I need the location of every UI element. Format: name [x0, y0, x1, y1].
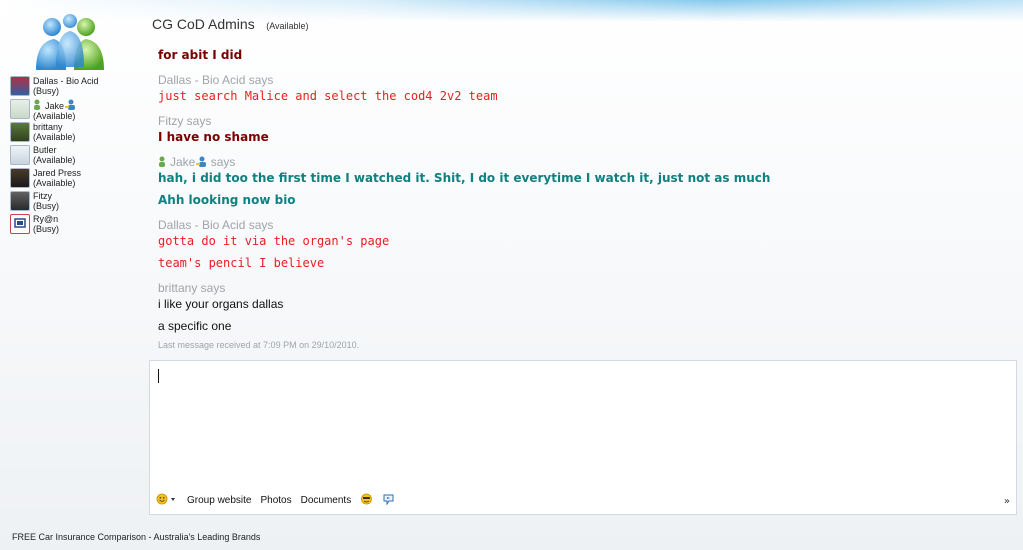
avatar	[10, 145, 30, 165]
wink-icon[interactable]	[360, 493, 373, 508]
group-title: CG CoD Admins	[152, 16, 255, 32]
sender-name: Jake	[170, 155, 196, 169]
more-options-button[interactable]: »	[1004, 496, 1010, 507]
group-website-link[interactable]: Group website	[187, 495, 251, 506]
person-emoticon-icon	[158, 155, 170, 167]
contact-item[interactable]: Butler (Available)	[10, 145, 150, 167]
avatar	[10, 168, 30, 188]
contact-status: (Busy)	[33, 224, 60, 234]
group-buddies-icon	[30, 12, 110, 72]
text-caret	[158, 369, 159, 383]
contact-status: (Available)	[33, 132, 76, 142]
message-text: Ahh looking now bio	[158, 193, 296, 207]
emoticon-button[interactable]	[156, 493, 178, 508]
contact-list: Dallas - Bio Acid (Busy) Jake (Available)…	[10, 76, 150, 237]
contact-item[interactable]: Jake (Available)	[10, 99, 150, 121]
sender-label: brittany says	[158, 281, 226, 295]
contact-status: (Busy)	[33, 86, 60, 96]
message-input[interactable]	[150, 361, 1016, 486]
sender-suffix: says	[210, 155, 236, 169]
contact-name: Jared Press	[33, 168, 82, 178]
contact-status: (Busy)	[33, 201, 60, 211]
message-block: Dallas - Bio Acid says gotta do it via t…	[158, 217, 1008, 271]
sender-label: Dallas - Bio Acid says	[158, 218, 274, 232]
contact-item[interactable]: brittany (Available)	[10, 122, 150, 144]
contact-name: Jake	[45, 101, 65, 111]
avatar	[10, 214, 30, 234]
message-text: i like your organs dallas	[158, 297, 284, 311]
contact-item[interactable]: Dallas - Bio Acid (Busy)	[10, 76, 150, 98]
avatar	[10, 122, 30, 142]
documents-link[interactable]: Documents	[301, 495, 352, 506]
message-text: hah, i did too the first time I watched …	[158, 171, 771, 185]
sender-label: Fitzy says	[158, 114, 212, 128]
contact-status: (Available)	[33, 111, 76, 121]
contact-item[interactable]: Fitzy (Busy)	[10, 191, 150, 213]
contact-name: Fitzy	[33, 191, 52, 201]
smiley-icon	[156, 493, 175, 505]
contact-name: Dallas - Bio Acid	[33, 76, 99, 86]
message-text: a specific one	[158, 319, 232, 333]
person-emoticon-icon	[195, 155, 207, 167]
person-emoticon-icon	[33, 99, 45, 110]
message-compose-box: Group website Photos Documents »	[149, 360, 1017, 515]
message-text: for abit I did	[158, 48, 243, 62]
photos-link[interactable]: Photos	[260, 495, 291, 506]
message-text: just search Malice and select the cod4 2…	[158, 89, 498, 103]
person-emoticon-icon	[64, 99, 76, 110]
contact-status: (Available)	[33, 178, 76, 188]
sender-label: Dallas - Bio Acid says	[158, 73, 274, 87]
message-text: team's pencil I believe	[158, 256, 325, 270]
contact-item[interactable]: Jared Press (Available)	[10, 168, 150, 190]
contact-name: Butler	[33, 145, 57, 155]
nudge-icon[interactable]	[382, 493, 395, 508]
message-block: Fitzy says I have no shame	[158, 113, 1008, 145]
conversation-header: CG CoD Admins (Available)	[152, 16, 309, 32]
message-block: Jake says hah, i did too the first time …	[158, 154, 1008, 208]
avatar	[10, 76, 30, 96]
compose-toolbar: Group website Photos Documents	[156, 493, 404, 508]
group-status: (Available)	[266, 21, 309, 31]
conversation-history: for abit I did Dallas - Bio Acid says ju…	[158, 47, 1008, 350]
contact-name: Ry@n	[33, 214, 59, 224]
sender-label: Jake says	[158, 154, 1008, 170]
avatar	[10, 191, 30, 211]
message-text: gotta do it via the organ's page	[158, 234, 390, 248]
contact-name: brittany	[33, 122, 63, 132]
contact-item[interactable]: Ry@n (Busy)	[10, 214, 150, 236]
message-block: brittany says i like your organs dallas …	[158, 280, 1008, 334]
message-block: Dallas - Bio Acid says just search Malic…	[158, 72, 1008, 104]
avatar	[10, 99, 30, 119]
last-message-timestamp: Last message received at 7:09 PM on 29/1…	[158, 340, 360, 350]
advertisement-link[interactable]: FREE Car Insurance Comparison - Australi…	[12, 532, 260, 542]
message-text: I have no shame	[158, 130, 269, 144]
contact-status: (Available)	[33, 155, 76, 165]
